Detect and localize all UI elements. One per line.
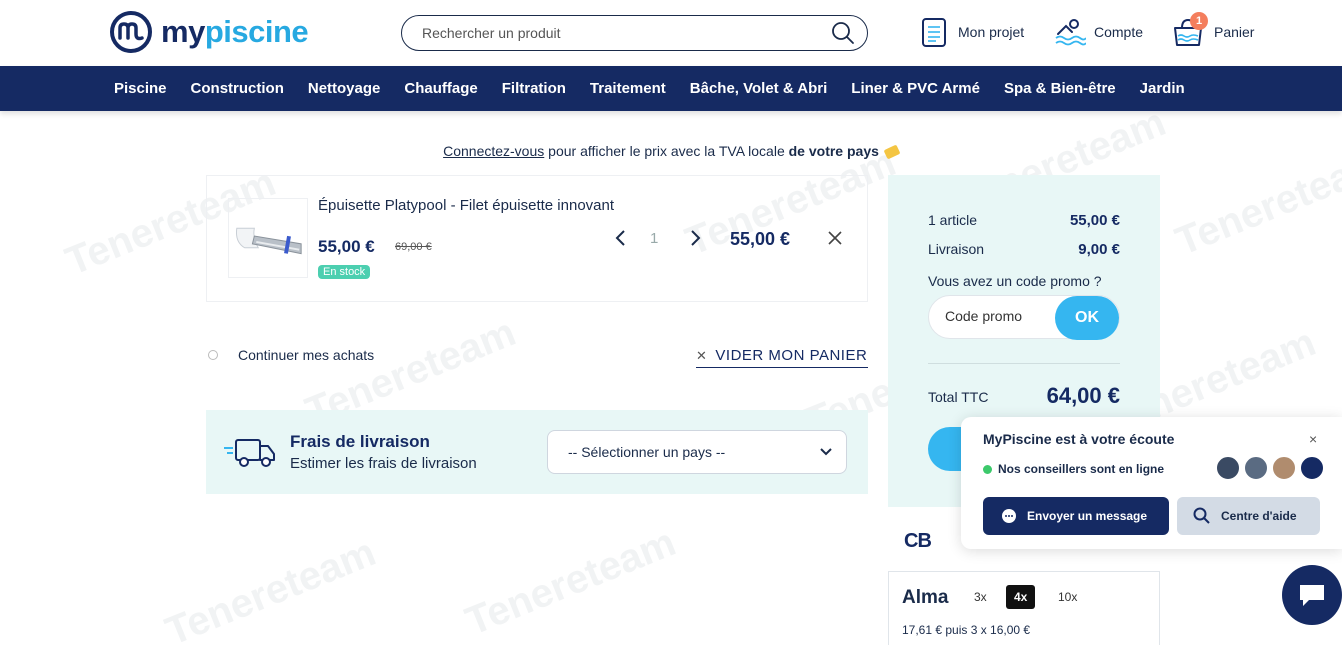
- help-center-button[interactable]: Centre d'aide: [1177, 497, 1320, 535]
- product-price: 55,00 €: [318, 237, 375, 256]
- site-header: mypiscine Mon projet Compte: [0, 0, 1342, 66]
- nav-item-spa[interactable]: Spa & Bien-être: [1004, 80, 1116, 97]
- product-title[interactable]: Épuisette Platypool - Filet épuisette in…: [318, 196, 618, 215]
- main-nav: Piscine Construction Nettoyage Chauffage…: [0, 66, 1342, 111]
- nav-item-piscine[interactable]: Piscine: [114, 80, 167, 97]
- alma-logo: Alma: [902, 587, 949, 608]
- empty-cart-button[interactable]: ✕ VIDER MON PANIER: [696, 347, 868, 368]
- alma-installments: Alma 3x 4x 10x 17,61 € puis 3 x 16,00 €: [888, 571, 1160, 645]
- total-value: 64,00 €: [1046, 383, 1120, 408]
- avatar: [1215, 455, 1241, 481]
- close-icon[interactable]: [827, 230, 843, 246]
- nav-item-jardin[interactable]: Jardin: [1140, 80, 1185, 97]
- delivery-label: Livraison: [928, 241, 985, 257]
- notice-text: pour afficher le prix avec la TVA locale: [544, 143, 789, 159]
- login-link[interactable]: Connectez-vous: [443, 143, 544, 159]
- online-dot-icon: [983, 464, 992, 474]
- continue-label: Continuer mes achats: [238, 347, 375, 363]
- total-label: Total TTC: [928, 389, 989, 405]
- logo-icon: [110, 11, 152, 53]
- account-link[interactable]: Compte: [1054, 16, 1143, 48]
- summary-delivery-row: Livraison 9,00 €: [928, 241, 1120, 258]
- country-select[interactable]: -- Sélectionner un pays --: [547, 430, 847, 474]
- account-label: Compte: [1094, 24, 1144, 40]
- online-status: Nos conseillers sont en ligne: [983, 462, 1164, 476]
- nav-item-construction[interactable]: Construction: [191, 80, 284, 97]
- promo-ok-button[interactable]: OK: [1055, 296, 1119, 340]
- chevron-left-icon[interactable]: [611, 228, 631, 248]
- chat-popup: MyPiscine est à votre écoute × Nos conse…: [961, 417, 1342, 549]
- nav-item-liner[interactable]: Liner & PVC Armé: [851, 80, 980, 97]
- online-status-text: Nos conseillers sont en ligne: [998, 462, 1165, 476]
- project-label: Mon projet: [958, 24, 1025, 40]
- cart-count-badge: 1: [1190, 12, 1208, 30]
- chat-title: MyPiscine est à votre écoute: [983, 431, 1175, 447]
- send-message-button[interactable]: Envoyer un message: [983, 497, 1169, 535]
- country-select-value: -- Sélectionner un pays --: [568, 444, 726, 460]
- agent-avatars: [1215, 455, 1325, 481]
- chevron-down-icon: [820, 448, 832, 456]
- circle-icon: [208, 350, 218, 360]
- product-old-price: 69,00 €: [395, 241, 432, 253]
- alma-option-4x[interactable]: 4x: [1006, 585, 1036, 609]
- project-link[interactable]: Mon projet: [918, 16, 1024, 48]
- nav-item-nettoyage[interactable]: Nettoyage: [308, 80, 381, 97]
- summary-articles-row: 1 article 55,00 €: [928, 212, 1120, 229]
- price-tag-icon: [883, 144, 901, 160]
- delivery-value: 9,00 €: [1078, 241, 1120, 258]
- stock-badge: En stock: [318, 265, 371, 279]
- avatar: [1271, 455, 1297, 481]
- cart-link[interactable]: 1 Panier: [1172, 12, 1255, 48]
- chat-bubble-icon: [1300, 585, 1324, 606]
- send-message-label: Envoyer un message: [1027, 509, 1148, 523]
- watermark: Tenereteam: [159, 530, 382, 645]
- notice-bold: de votre pays: [788, 143, 879, 159]
- chat-launcher-button[interactable]: [1282, 565, 1342, 625]
- watermark: Tenereteam: [459, 520, 682, 644]
- product-image[interactable]: [228, 198, 308, 278]
- divider: [928, 363, 1120, 364]
- help-center-label: Centre d'aide: [1221, 509, 1297, 523]
- articles-value: 55,00 €: [1069, 212, 1120, 229]
- nav-item-bache[interactable]: Bâche, Volet & Abri: [690, 80, 828, 97]
- delivery-truck-icon: [224, 439, 275, 467]
- nav-item-traitement[interactable]: Traitement: [590, 80, 666, 97]
- chat-bubble-icon: [1299, 455, 1325, 481]
- alma-option-10x[interactable]: 10x: [1050, 585, 1085, 609]
- articles-label: 1 article: [928, 212, 978, 228]
- promo-label: Vous avez un code promo ?: [928, 273, 1102, 289]
- nav-item-filtration[interactable]: Filtration: [502, 80, 566, 97]
- continue-shopping-link[interactable]: Continuer mes achats: [208, 347, 374, 363]
- search-icon[interactable]: [831, 21, 855, 45]
- cart-item: Épuisette Platypool - Filet épuisette in…: [206, 175, 868, 302]
- alma-option-3x[interactable]: 3x: [966, 585, 995, 609]
- search-input[interactable]: [422, 25, 831, 41]
- alma-installment-text: 17,61 € puis 3 x 16,00 €: [902, 623, 1031, 637]
- chat-close-button[interactable]: ×: [1309, 431, 1317, 447]
- logo-text: mypiscine: [161, 14, 309, 49]
- search-icon: [1193, 507, 1210, 524]
- search-bar: [401, 15, 868, 51]
- empty-cart-label: VIDER MON PANIER: [715, 347, 868, 364]
- clipboard-icon: [922, 18, 946, 47]
- skimmer-net-icon: [236, 227, 302, 255]
- shipping-subtitle: Estimer les frais de livraison: [290, 455, 477, 472]
- message-icon: [1002, 509, 1016, 523]
- site-logo[interactable]: mypiscine: [109, 10, 309, 54]
- vat-notice: Connectez-vous pour afficher le prix ave…: [0, 143, 1342, 160]
- shipping-title: Frais de livraison: [290, 432, 430, 451]
- line-total: 55,00 €: [730, 229, 791, 249]
- nav-item-chauffage[interactable]: Chauffage: [404, 80, 477, 97]
- close-icon: ✕: [696, 348, 708, 363]
- cart-label: Panier: [1214, 24, 1255, 40]
- chevron-right-icon[interactable]: [685, 228, 705, 248]
- promo-field: OK: [928, 295, 1120, 340]
- promo-input[interactable]: [945, 308, 1055, 324]
- cb-card-logo: CB: [904, 530, 932, 552]
- swimmer-icon: [1055, 19, 1086, 46]
- avatar: [1243, 455, 1269, 481]
- quantity-value[interactable]: 1: [650, 230, 658, 247]
- shipping-estimator: Frais de livraison Estimer les frais de …: [206, 410, 868, 494]
